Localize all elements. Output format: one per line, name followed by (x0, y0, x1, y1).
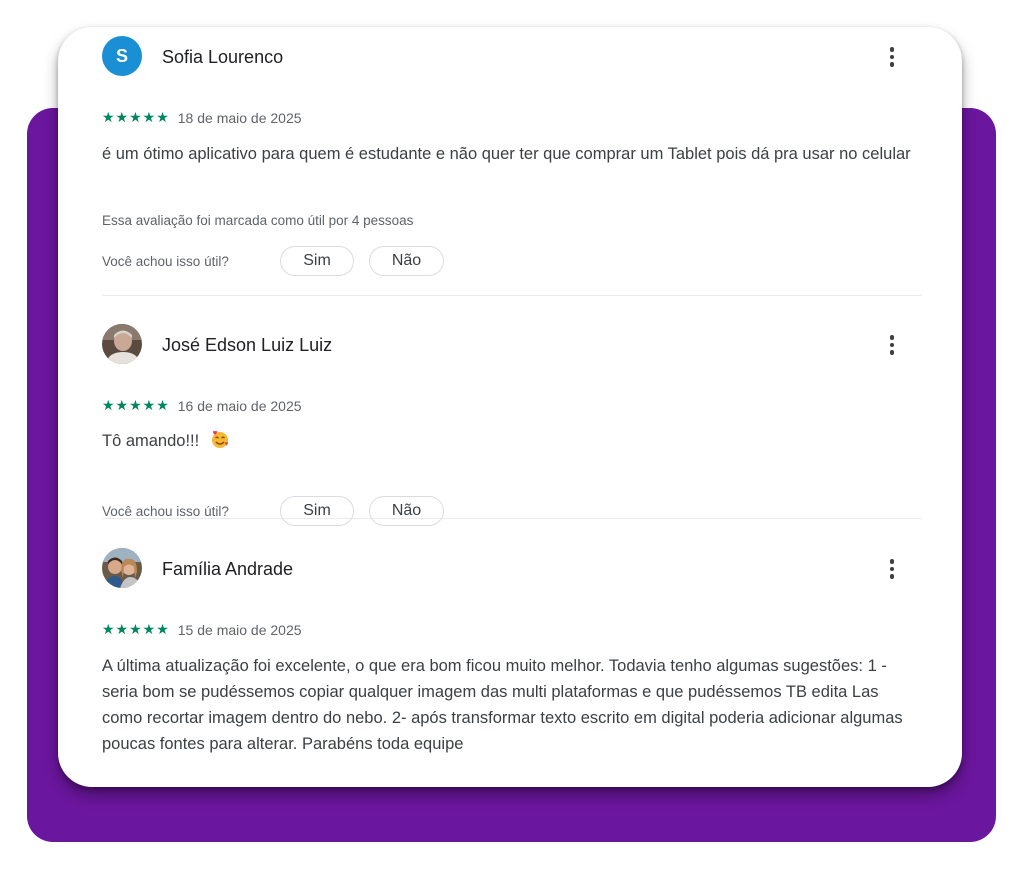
review-date: 15 de maio de 2025 (177, 622, 302, 638)
helpful-question: Você achou isso útil? (102, 503, 229, 519)
avatar (102, 324, 142, 364)
star-rating: ★★★★★ (102, 622, 170, 638)
review-text: A última atualização foi excelente, o qu… (102, 657, 903, 753)
helpful-row: Você achou isso útil? Sim Não (102, 495, 459, 527)
yes-button[interactable]: Sim (280, 246, 354, 276)
review-item: José Edson Luiz Luiz ★★★★★ 16 de maio de… (102, 324, 922, 526)
more-options-button[interactable] (882, 555, 902, 583)
more-vert-icon-dot (889, 350, 895, 355)
more-vert-icon-dot (889, 62, 895, 67)
avatar-photo (102, 548, 142, 588)
avatar-letter: S (115, 45, 128, 66)
star-rating: ★★★★★ (102, 110, 170, 126)
more-vert-icon-dot (889, 342, 895, 348)
divider (102, 518, 922, 519)
review-date: 18 de maio de 2025 (177, 110, 302, 126)
review-header: Família Andrade (102, 548, 922, 590)
avatar-photo (102, 324, 142, 364)
review-text: Tô amando!!! (102, 432, 200, 450)
review-item: Família Andrade ★★★★★ 15 de maio de 2025… (102, 548, 922, 753)
divider (102, 295, 922, 296)
more-vert-icon-dot (889, 566, 895, 572)
helpful-count: Essa avaliação foi marcada como útil por… (102, 213, 414, 228)
helpful-question: Você achou isso útil? (102, 253, 229, 269)
review-meta: ★★★★★ 18 de maio de 2025 (102, 108, 302, 128)
more-vert-icon (889, 559, 895, 564)
more-options-button[interactable] (882, 43, 902, 71)
more-vert-icon (889, 335, 895, 340)
stage: S Sofia Lourenco ★★★★★ 18 de maio de 202… (0, 0, 1024, 879)
star-rating: ★★★★★ (102, 398, 170, 414)
more-vert-icon-dot (889, 54, 895, 60)
review-header: José Edson Luiz Luiz (102, 324, 922, 366)
review-author: José Edson Luiz Luiz (162, 335, 333, 355)
helpful-row: Você achou isso útil? Sim Não (102, 245, 459, 277)
review-text: é um ótimo aplicativo para quem é estuda… (102, 145, 911, 163)
review-meta: ★★★★★ 16 de maio de 2025 (102, 396, 302, 416)
review-meta: ★★★★★ 15 de maio de 2025 (102, 620, 302, 640)
review-header: S Sofia Lourenco (102, 36, 922, 78)
more-vert-icon (889, 47, 895, 52)
review-author: Sofia Lourenco (162, 47, 284, 67)
review-text-line: Tô amando!!! (102, 428, 917, 454)
yes-button[interactable]: Sim (280, 496, 354, 526)
no-button[interactable]: Não (369, 246, 444, 276)
more-vert-icon-dot (889, 574, 895, 579)
avatar: S (102, 36, 142, 76)
review-date: 16 de maio de 2025 (177, 398, 302, 414)
reviews-card: S Sofia Lourenco ★★★★★ 18 de maio de 202… (58, 27, 962, 787)
review-author: Família Andrade (162, 559, 294, 579)
no-button[interactable]: Não (369, 496, 444, 526)
avatar (102, 548, 142, 588)
review-item: S Sofia Lourenco ★★★★★ 18 de maio de 202… (102, 36, 922, 276)
smiling-face-with-hearts-icon (211, 430, 228, 448)
more-options-button[interactable] (882, 331, 902, 359)
